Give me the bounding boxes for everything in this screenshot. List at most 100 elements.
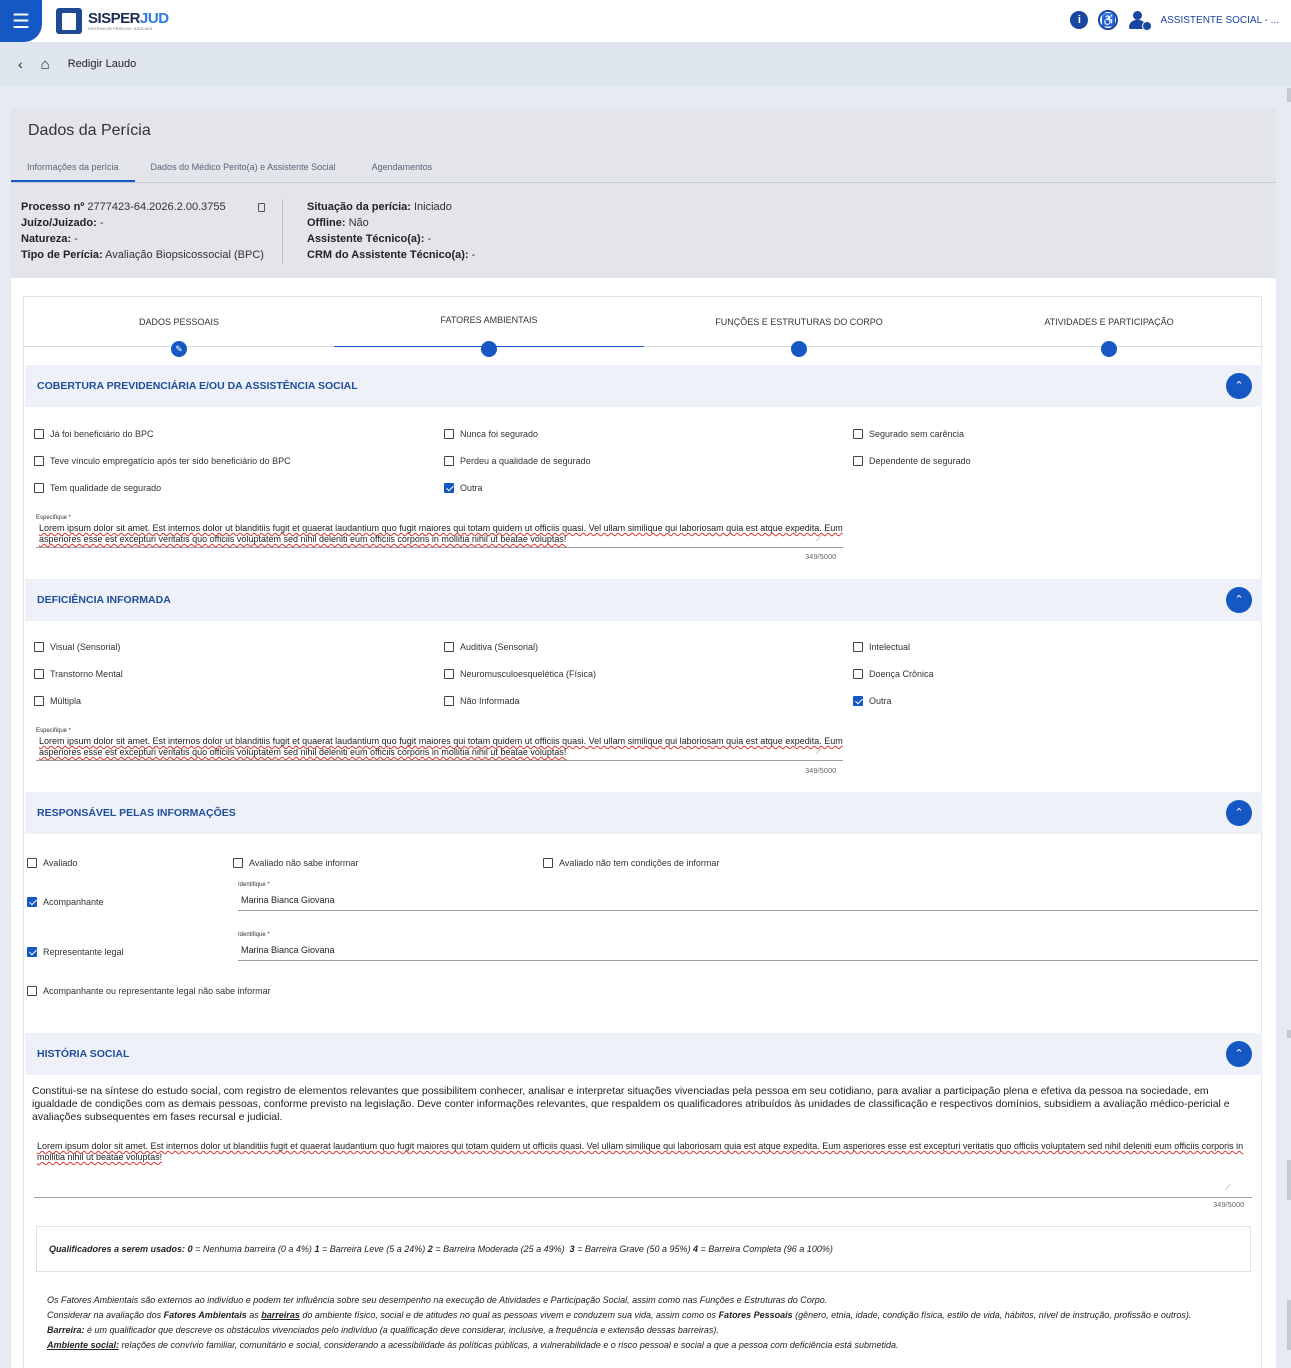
char-counter: 349/5000 [1213,1200,1245,1209]
info-offline: Offline: Não [307,217,369,229]
collapse-chevron-up-icon[interactable]: ⌃ [1226,373,1252,399]
checkbox-visual[interactable]: Visual (Sensorial) [34,642,120,652]
section-cobertura-header[interactable]: COBERTURA PREVIDENCIÁRIA E/OU DA ASSISTÊ… [25,365,1262,407]
checkbox-ja-foi-beneficiario[interactable]: Já foi beneficiário do BPC [34,429,154,439]
collapse-chevron-up-icon[interactable]: ⌃ [1226,587,1252,613]
section-historia-header[interactable]: HISTÓRIA SOCIAL ⌃ [25,1033,1262,1075]
checkbox-multipla[interactable]: Múltipla [34,696,81,706]
checkbox-outra[interactable]: Outra [444,483,483,493]
resize-handle-icon[interactable]: ⟋ [816,747,822,757]
checkbox-dependente-segurado[interactable]: Dependente de segurado [853,456,971,466]
char-counter: 349/5000 [805,552,837,561]
info-tipo-pericia: Tipo de Perícia: Avaliação Biopsicossoci… [21,249,264,261]
checkbox-outra-deficiencia[interactable]: Outra [853,696,892,706]
step-fatores-ambientais[interactable]: FATORES AMBIENTAIS [334,297,644,357]
textarea-value[interactable]: Lorem ipsum dolor sit amet. Est internos… [36,523,843,547]
checkbox-auditiva[interactable]: Auditiva (Sensorial) [444,642,538,652]
checkbox-avaliado-sem-condicoes[interactable]: Avaliado não tem condições de informar [543,858,719,868]
tab-dados-medico[interactable]: Dados do Médico Perito(a) e Assistente S… [135,158,352,182]
info-processo: Processo nº 2777423-64.2026.2.00.3755 [21,199,282,215]
user-name[interactable]: ASSISTENTE SOCIAL - ... [1160,15,1279,26]
info-situacao: Situação da perícia: Iniciado [307,201,452,213]
section-title: HISTÓRIA SOCIAL [37,1048,130,1060]
input-value[interactable]: Marina Bianca Giovana [238,940,1258,960]
checkbox-representante-legal[interactable]: Representante legal [27,947,124,957]
fatores-ambientais-notes: Os Fatores Ambientais são externos ao in… [47,1293,1247,1353]
scrollbar-thumb[interactable] [1287,88,1291,102]
info-icon[interactable]: i [1070,11,1089,29]
resize-handle-icon[interactable]: ⟋ [1225,1183,1231,1193]
checkbox-nao-informada[interactable]: Não Informada [444,696,520,706]
app-logo[interactable]: SISPERJUD SISTEMA DE PERÍCIAS JUDICIAIS [56,8,169,34]
user-account-icon[interactable] [1128,10,1153,31]
checkbox-segurado-sem-carencia[interactable]: Segurado sem carência [853,429,964,439]
info-juizo: Juízo/Juizado: - [21,217,104,229]
qualificadores-lead: Qualificadores a serem usados: [49,1244,186,1254]
step-funcoes-estruturas[interactable]: FUNÇÕES E ESTRUTURAS DO CORPO [644,297,954,357]
section-responsavel-header[interactable]: RESPONSÁVEL PELAS INFORMAÇÕES ⌃ [25,792,1262,834]
hamburger-menu-button[interactable]: ☰ [0,0,42,42]
field-label: Especifique * [36,515,72,521]
tab-agendamentos[interactable]: Agendamentos [352,158,449,182]
checkbox-intelectual[interactable]: Intelectual [853,642,910,652]
historia-social-textarea[interactable]: Lorem ipsum dolor sit amet. Est internos… [34,1139,1252,1198]
section-deficiencia-header[interactable]: DEFICIÊNCIA INFORMADA ⌃ [25,579,1262,621]
page-title: Dados da Perícia [28,122,151,139]
checkbox-doenca-cronica[interactable]: Doença Crônica [853,669,934,679]
logo-subtitle: SISTEMA DE PERÍCIAS JUDICIAIS [88,26,153,31]
step-dados-pessoais[interactable]: DADOS PESSOAIS ✎ [24,297,334,357]
checkbox-tem-qualidade[interactable]: Tem qualidade de segurado [34,483,161,493]
checkbox-avaliado[interactable]: Avaliado [27,858,77,868]
logo-document-icon [56,8,82,34]
section-title: COBERTURA PREVIDENCIÁRIA E/OU DA ASSISTÊ… [37,380,358,392]
accessibility-icon[interactable]: ♿ [1098,10,1119,30]
step-dot [1101,341,1117,357]
logo-main-text: SISPER [88,10,141,27]
step-atividades-participacao[interactable]: ATIVIDADES E PARTICIPAÇÃO [954,297,1264,357]
textarea-value[interactable]: Lorem ipsum dolor sit amet. Est internos… [34,1141,1252,1197]
collapse-chevron-up-icon[interactable]: ⌃ [1226,1041,1252,1067]
identifique-representante-field[interactable]: Identifique * Marina Bianca Giovana [238,932,1258,961]
info-crm-assistente: CRM do Assistente Técnico(a): - [307,249,476,261]
qualificadores-box: Qualificadores a serem usados: 0 = Nenhu… [36,1226,1251,1272]
section-title: RESPONSÁVEL PELAS INFORMAÇÕES [37,807,236,819]
checkbox-nunca-foi-segurado[interactable]: Nunca foi segurado [444,429,538,439]
card-header: Dados da Perícia Informações da perícia … [11,108,1276,278]
collapse-chevron-up-icon[interactable]: ⌃ [1226,800,1252,826]
home-icon[interactable]: ⌂ [41,56,50,73]
tab-informacoes[interactable]: Informações da perícia [11,158,135,182]
checkbox-acompanhante[interactable]: Acompanhante [27,897,104,907]
checkbox-acomp-nao-sabe[interactable]: Acompanhante ou representante legal não … [27,986,271,996]
scrollbar-marker [1287,1160,1291,1200]
textarea-value[interactable]: Lorem ipsum dolor sit amet. Est internos… [36,736,843,760]
pericia-info: Processo nº 2777423-64.2026.2.00.3755 Ju… [11,183,1276,263]
especifique-deficiencia-field[interactable]: Especifique * Lorem ipsum dolor sit amet… [36,728,843,761]
checkbox-transtorno-mental[interactable]: Transtorno Mental [34,669,123,679]
edit-pencil-icon: ✎ [171,341,187,357]
scrollbar-marker [1287,1300,1291,1350]
note-ambiente-social: Ambiente social: relações de convívio fa… [47,1340,899,1350]
checkbox-perdeu-qualidade[interactable]: Perdeu a qualidade de segurado [444,456,591,466]
top-app-bar: ☰ SISPERJUD SISTEMA DE PERÍCIAS JUDICIAI… [0,0,1291,42]
historia-description: Constitui-se na síntese do estudo social… [32,1085,1230,1123]
field-label: Identifique * [238,932,270,938]
step-dot [791,341,807,357]
stepper: DADOS PESSOAIS ✎ FATORES AMBIENTAIS FUNÇ… [24,297,1264,357]
checkbox-avaliado-nao-sabe[interactable]: Avaliado não sabe informar [233,858,358,868]
note-line-2: Considerar na avaliação dos Fatores Ambi… [47,1310,1192,1320]
especifique-cobertura-field[interactable]: Especifique * Lorem ipsum dolor sit amet… [36,515,843,548]
step-dot [481,341,497,357]
resize-handle-icon[interactable]: ⟋ [816,534,822,544]
checkbox-neuromusculoesqueletica[interactable]: Neuromusculoesquelética (Física) [444,669,596,679]
logo-accent-text: JUD [140,10,169,27]
pericia-card: Dados da Perícia Informações da perícia … [11,108,1276,1368]
menu-icon: ☰ [12,10,30,33]
breadcrumb: ‹ ⌂ Redigir Laudo [0,42,1291,86]
identifique-acompanhante-field[interactable]: Identifique * Marina Bianca Giovana [238,882,1258,911]
info-natureza: Natureza: - [21,233,78,245]
copy-icon[interactable] [257,202,265,212]
back-chevron-icon[interactable]: ‹ [18,56,23,72]
checkbox-teve-vinculo[interactable]: Teve vínculo empregatício após ter sido … [34,456,291,466]
field-label: Identifique * [238,882,270,888]
input-value[interactable]: Marina Bianca Giovana [238,890,1258,910]
